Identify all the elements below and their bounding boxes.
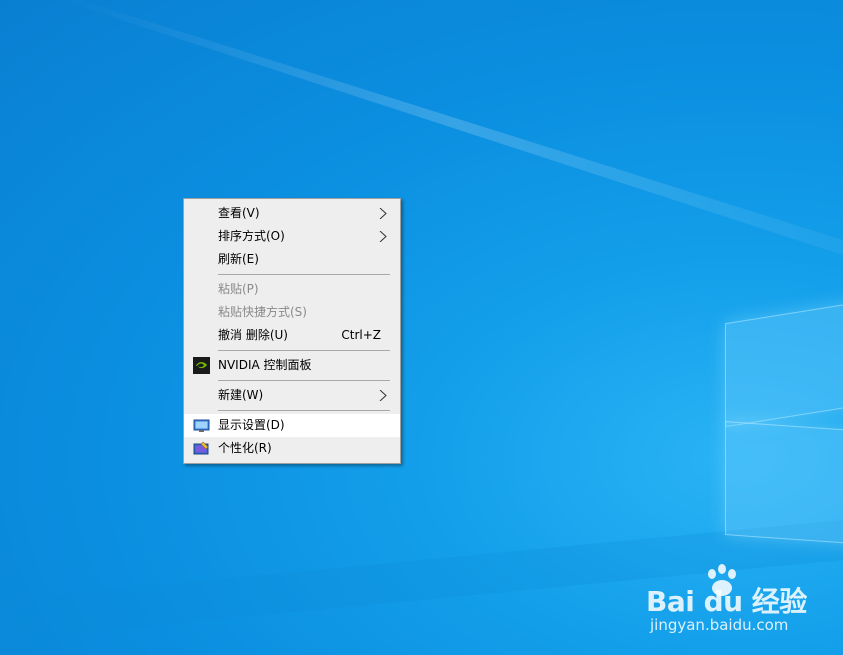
menu-item-personalize[interactable]: 个性化(R) (184, 437, 400, 460)
light-beam-decoration (0, 0, 843, 640)
menu-separator (218, 380, 390, 381)
watermark-brand: Bai du 经验 (646, 585, 807, 618)
menu-item-label: NVIDIA 控制面板 (218, 358, 312, 372)
menu-item-view[interactable]: 查看(V) (184, 202, 400, 225)
chevron-right-icon (379, 208, 387, 219)
display-settings-icon (193, 419, 210, 432)
windows-logo-decoration (725, 300, 843, 550)
menu-item-label: 刷新(E) (218, 252, 259, 266)
chevron-right-icon (379, 390, 387, 401)
menu-item-label: 个性化(R) (218, 441, 272, 455)
menu-separator (218, 274, 390, 275)
menu-item-shortcut: Ctrl+Z (341, 328, 381, 342)
desktop-background[interactable]: 查看(V) 排序方式(O) 刷新(E) 粘贴(P) 粘贴快捷方式(S) 撤消 删… (0, 0, 843, 655)
menu-item-refresh[interactable]: 刷新(E) (184, 248, 400, 271)
menu-item-nvidia-control-panel[interactable]: NVIDIA 控制面板 (184, 354, 400, 377)
menu-separator (218, 350, 390, 351)
menu-item-label: 排序方式(O) (218, 229, 285, 243)
chevron-right-icon (379, 231, 387, 242)
menu-item-label: 撤消 删除(U) (218, 328, 288, 342)
personalize-icon (193, 441, 209, 455)
baidu-jingyan-watermark: Bai du 经验 jingyan.baidu.com (646, 564, 826, 640)
desktop-context-menu: 查看(V) 排序方式(O) 刷新(E) 粘贴(P) 粘贴快捷方式(S) 撤消 删… (183, 198, 401, 464)
menu-item-label: 粘贴(P) (218, 282, 259, 296)
windows-logo-pane-top (725, 300, 843, 428)
menu-item-sort-by[interactable]: 排序方式(O) (184, 225, 400, 248)
watermark-url: jingyan.baidu.com (650, 616, 789, 634)
menu-item-paste: 粘贴(P) (184, 278, 400, 301)
windows-logo-pane-bottom (725, 421, 843, 545)
menu-item-undo-delete[interactable]: 撤消 删除(U) Ctrl+Z (184, 324, 400, 347)
menu-item-label: 显示设置(D) (218, 418, 285, 432)
menu-item-display-settings[interactable]: 显示设置(D) (184, 414, 400, 437)
menu-item-label: 查看(V) (218, 206, 260, 220)
menu-separator (218, 410, 390, 411)
menu-item-paste-shortcut: 粘贴快捷方式(S) (184, 301, 400, 324)
menu-item-label: 新建(W) (218, 388, 264, 402)
menu-item-new[interactable]: 新建(W) (184, 384, 400, 407)
menu-item-label: 粘贴快捷方式(S) (218, 305, 307, 319)
nvidia-icon (193, 357, 210, 374)
